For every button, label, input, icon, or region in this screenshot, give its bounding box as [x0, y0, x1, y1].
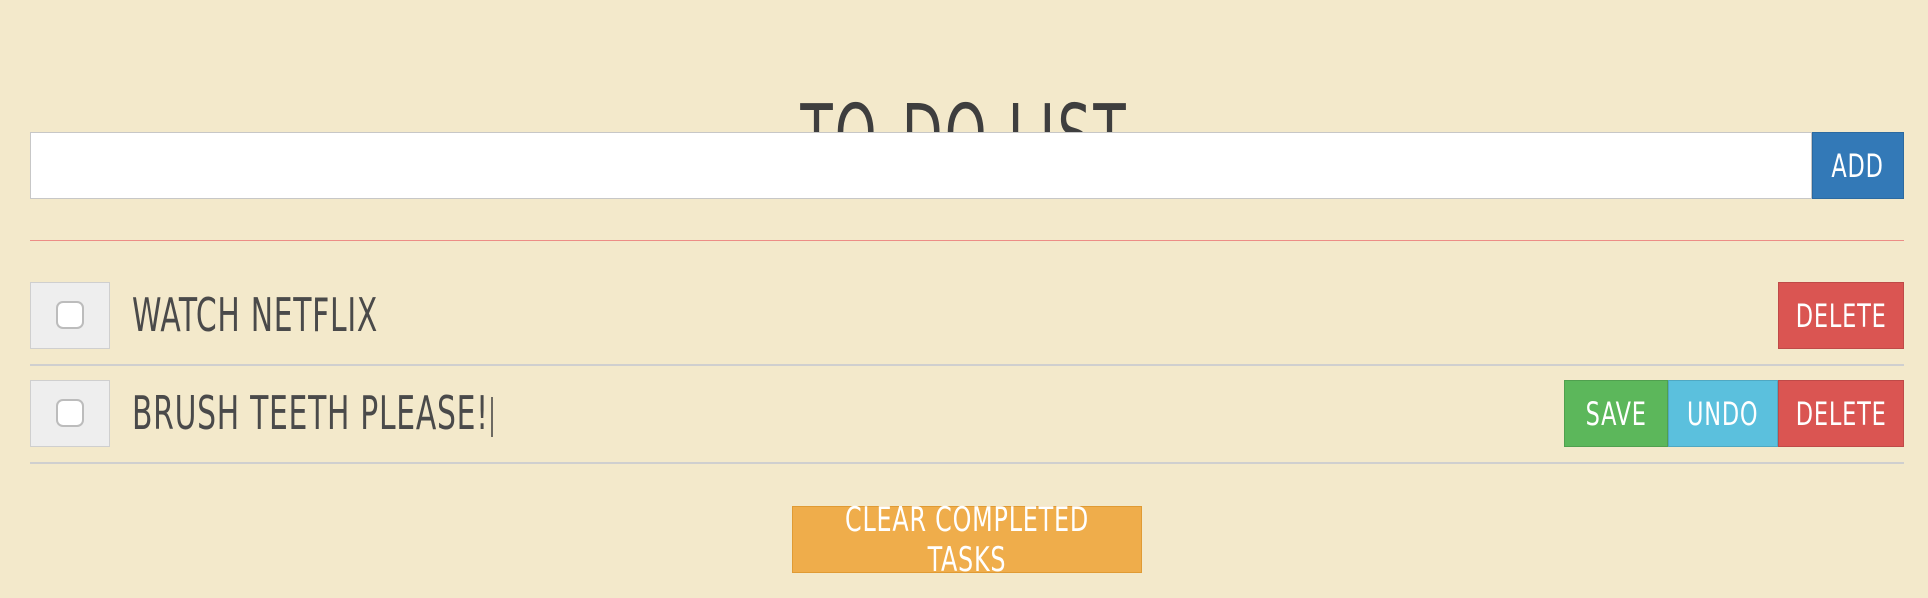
new-task-input[interactable]	[30, 132, 1812, 199]
add-button-label: ADD	[1831, 146, 1885, 185]
undo-button[interactable]: UNDO	[1668, 380, 1778, 447]
delete-button[interactable]: DELETE	[1778, 380, 1904, 447]
task-checkbox[interactable]	[56, 301, 84, 329]
task-edit-field[interactable]: BRUSH TEETH PLEASE!	[132, 380, 493, 447]
task-actions: DELETE	[1778, 282, 1904, 349]
clear-completed-button[interactable]: CLEAR COMPLETED TASKS	[792, 500, 1142, 580]
delete-button-label: DELETE	[1795, 394, 1887, 433]
task-checkbox[interactable]	[56, 399, 84, 427]
task-checkbox-cell[interactable]	[30, 282, 110, 349]
text-cursor	[490, 396, 493, 437]
task-label[interactable]: WATCH NETFLIX	[132, 282, 378, 349]
delete-button-label: DELETE	[1795, 296, 1887, 335]
task-actions: SAVE UNDO DELETE	[1564, 380, 1904, 447]
delete-button[interactable]: DELETE	[1778, 282, 1904, 349]
new-task-row: ADD	[30, 132, 1904, 199]
save-button[interactable]: SAVE	[1564, 380, 1668, 447]
save-button-label: SAVE	[1585, 394, 1647, 433]
undo-button-label: UNDO	[1687, 394, 1759, 433]
task-checkbox-cell[interactable]	[30, 380, 110, 447]
task-row: WATCH NETFLIX DELETE	[30, 282, 1904, 349]
task-edit-text: BRUSH TEETH PLEASE!	[132, 386, 489, 440]
row-divider	[30, 462, 1904, 464]
row-divider	[30, 364, 1904, 366]
header-divider	[30, 240, 1904, 241]
clear-completed-label: CLEAR COMPLETED TASKS	[845, 499, 1089, 580]
add-button[interactable]: ADD	[1812, 132, 1904, 199]
task-row: BRUSH TEETH PLEASE! SAVE UNDO DELETE	[30, 380, 1904, 447]
